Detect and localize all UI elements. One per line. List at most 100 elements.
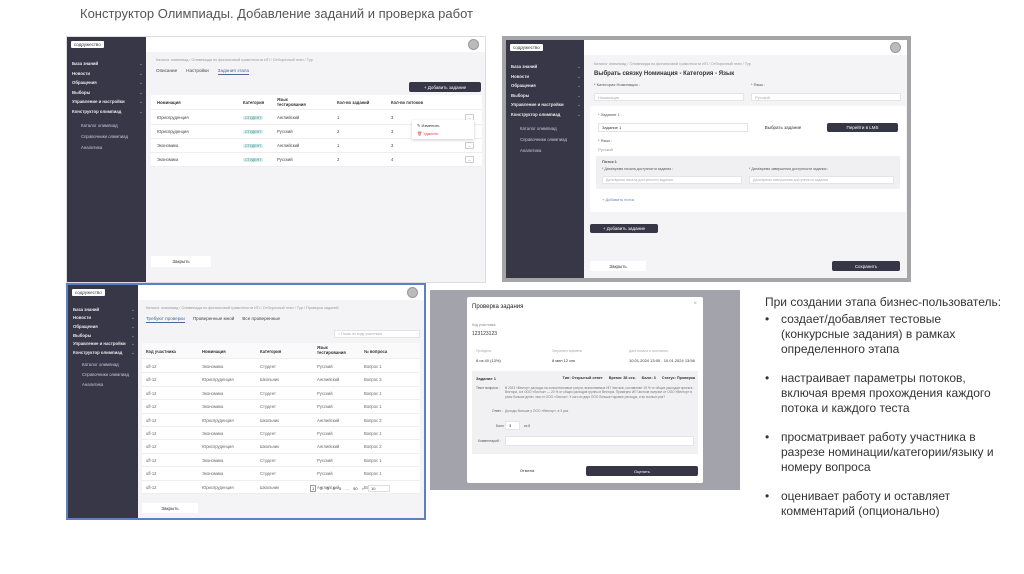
- sidebar-item[interactable]: Управление и настройки ⌄: [72, 99, 143, 104]
- sidebar-item[interactable]: Конструктор олимпиад ⌄: [72, 109, 143, 114]
- table-header: Код участника Номинация Категория Язык тест…: [142, 343, 420, 359]
- sidebar-item[interactable]: Обращения ⌄: [511, 83, 581, 88]
- column-header[interactable]: Язык тестирования: [317, 345, 347, 355]
- language-select[interactable]: Русский: [751, 93, 901, 101]
- breadcrumb[interactable]: Каталог олимпиад / Олимпиада по финансов…: [594, 62, 751, 66]
- column-header[interactable]: Категория: [243, 100, 264, 105]
- logo[interactable]: содружество: [71, 41, 104, 48]
- avatar[interactable]: [468, 39, 479, 50]
- table-row[interactable]: ufl-12 Экономика Студент Русский Вопрос 1: [142, 360, 420, 374]
- nomination-select[interactable]: Номинация: [594, 93, 744, 101]
- next-page-button[interactable]: >: [362, 486, 364, 491]
- logo[interactable]: содружество: [510, 44, 543, 51]
- table-row[interactable]: ufl-12 Экономика Студент Русский Вопрос 1: [142, 400, 420, 414]
- task-input[interactable]: Задание 1: [598, 123, 748, 132]
- column-header[interactable]: Номинация: [202, 349, 226, 354]
- column-header[interactable]: Кол-во заданий: [337, 100, 369, 105]
- sidebar-subitem[interactable]: Аналитика: [81, 145, 102, 150]
- cell-text: Экономика: [157, 157, 179, 162]
- page-button[interactable]: 5: [339, 486, 341, 491]
- table-row[interactable]: ufl-12 Юриспруденция Школьник Английский Воп…: [142, 440, 420, 454]
- save-button[interactable]: Сохранить: [832, 261, 900, 271]
- table-row[interactable]: ufl-12 Экономика Студент Русский Вопрос 1: [142, 427, 420, 441]
- table-row[interactable]: ufl-12 Юриспруденция Школьник Английский Воп…: [142, 373, 420, 387]
- sidebar-subitem[interactable]: Каталог олимпиад: [520, 126, 557, 131]
- chevron-down-icon: ⌄: [131, 315, 135, 321]
- logo[interactable]: содружество: [72, 289, 105, 296]
- close-icon[interactable]: ×: [693, 301, 697, 307]
- sidebar-item[interactable]: Новости ⌄: [72, 71, 143, 76]
- tab-all-reviewed[interactable]: Все проверенные: [242, 316, 280, 323]
- page-button[interactable]: …: [345, 486, 349, 491]
- breadcrumb[interactable]: Каталог олимпиад / Олимпиада по финансов…: [146, 306, 339, 310]
- sidebar-item[interactable]: Управление и настройки ⌄: [511, 102, 581, 107]
- page-button[interactable]: 1: [310, 485, 317, 492]
- close-button[interactable]: Закрыть: [142, 503, 198, 513]
- choose-task-button[interactable]: Выбрать задание: [755, 123, 811, 132]
- table-row[interactable]: ufl-12 Экономика Студент Русский Вопрос 1: [142, 387, 420, 401]
- answer-text: Доходы больше у ООО «Вектор», в 3 раз: [505, 409, 569, 413]
- page-button[interactable]: 4: [333, 486, 335, 491]
- sidebar-item[interactable]: Обращения ⌄: [72, 80, 143, 85]
- breadcrumb[interactable]: Каталог олимпиад / Олимпиада по финансов…: [156, 58, 313, 62]
- table-cell: Русский: [317, 431, 333, 436]
- sidebar-subitem[interactable]: Аналитика: [520, 148, 541, 153]
- more-actions-button[interactable]: …: [465, 142, 474, 149]
- cancel-button[interactable]: Отмена: [472, 465, 582, 475]
- page-size-select[interactable]: 10: [367, 485, 390, 492]
- sidebar-subitem[interactable]: Справочники олимпиад: [82, 372, 129, 377]
- menu-delete[interactable]: 🗑 Удалить: [417, 131, 438, 136]
- page-button[interactable]: 3: [326, 486, 328, 491]
- add-task-button[interactable]: + Добавить задание: [590, 224, 658, 233]
- page-button[interactable]: 2: [320, 486, 322, 491]
- end-date-input[interactable]: Дата/время завершения доступности задани…: [749, 176, 894, 184]
- sidebar-item[interactable]: База знаний ⌄: [73, 307, 135, 312]
- sidebar-item[interactable]: База знаний ⌄: [72, 61, 143, 66]
- table-row[interactable]: ufl-12 Юриспруденция Школьник Английский Воп…: [142, 414, 420, 427]
- sidebar-item[interactable]: База знаний ⌄: [511, 64, 581, 69]
- sidebar-subitem[interactable]: Каталог олимпиад: [81, 123, 118, 128]
- avatar[interactable]: [407, 287, 418, 298]
- sidebar-item[interactable]: Выборы ⌄: [73, 333, 135, 338]
- page-button[interactable]: 50: [353, 486, 357, 491]
- sidebar-item[interactable]: Выборы ⌄: [72, 90, 143, 95]
- table-row[interactable]: ufl-12 Экономика Студент Русский Вопрос 1: [142, 467, 420, 481]
- sidebar-subitem[interactable]: Справочники олимпиад: [520, 137, 567, 142]
- column-header[interactable]: Кол-во потоков: [391, 100, 423, 105]
- sidebar-item[interactable]: Управление и настройки ⌄: [73, 341, 135, 346]
- sidebar-item[interactable]: Конструктор олимпиад ⌄: [511, 112, 581, 117]
- column-header[interactable]: Категория: [260, 349, 281, 354]
- sidebar-subitem[interactable]: Аналитика: [82, 382, 103, 387]
- table-row[interactable]: ufl-12 Экономика Студент Русский Вопрос 1: [142, 454, 420, 468]
- start-date-input[interactable]: Дата/время начала доступности задания: [602, 176, 742, 184]
- tab-reviewed-by-me[interactable]: Проверенные мной: [193, 316, 235, 323]
- close-button[interactable]: Закрыть: [151, 256, 211, 267]
- comment-input[interactable]: [505, 436, 694, 446]
- sidebar-subitem[interactable]: Каталог олимпиад: [82, 362, 119, 367]
- more-actions-button[interactable]: …: [465, 156, 474, 163]
- sidebar-item[interactable]: Конструктор олимпиад ⌄: [73, 350, 135, 355]
- column-header[interactable]: Номинация: [157, 100, 181, 105]
- tab-description[interactable]: Описание: [156, 68, 177, 75]
- sidebar-item[interactable]: Обращения ⌄: [73, 324, 135, 329]
- go-lms-button[interactable]: Перейти в LMS: [827, 123, 898, 132]
- avatar[interactable]: [890, 42, 901, 53]
- add-stream-link[interactable]: + Добавить поток: [602, 197, 634, 202]
- sidebar-subitem[interactable]: Справочники олимпиад: [81, 134, 128, 139]
- sidebar-item[interactable]: Новости ⌄: [73, 315, 135, 320]
- column-header[interactable]: № вопроса: [364, 349, 387, 354]
- tab-needs-review[interactable]: Требуют проверки: [146, 316, 185, 323]
- column-header[interactable]: Код участника: [146, 349, 176, 354]
- column-header[interactable]: Язык тестирования: [277, 97, 307, 107]
- menu-edit[interactable]: ✎ Изменить: [417, 123, 440, 128]
- table-cell: 3: [391, 143, 393, 148]
- points-input[interactable]: 3: [505, 421, 520, 430]
- search-input[interactable]: ⌕ Поиск по коду участника: [334, 330, 420, 338]
- tab-stage-tasks[interactable]: Задания этапа: [217, 68, 249, 75]
- sidebar-item[interactable]: Выборы ⌄: [511, 93, 581, 98]
- sidebar-item[interactable]: Новости ⌄: [511, 74, 581, 79]
- add-task-button[interactable]: + Добавить задание: [409, 82, 481, 92]
- submit-grade-button[interactable]: Оценить: [586, 466, 698, 476]
- close-button[interactable]: Закрыть: [590, 261, 646, 271]
- tab-settings[interactable]: Настройки: [186, 68, 209, 75]
